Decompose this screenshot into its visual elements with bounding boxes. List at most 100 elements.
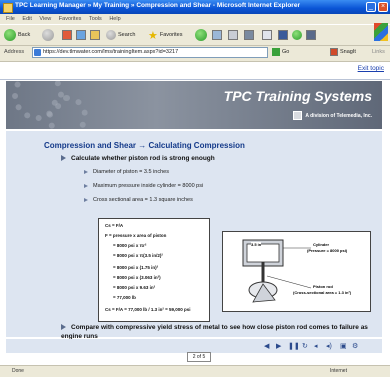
status-bar: Done Internet bbox=[0, 365, 390, 377]
go-arrow-icon bbox=[272, 47, 280, 56]
page-content: Exit topic TPC Training Systems A divisi… bbox=[0, 62, 390, 365]
back-button[interactable]: Back bbox=[4, 28, 30, 42]
go-button[interactable]: Go bbox=[272, 47, 294, 58]
page-icon bbox=[34, 49, 41, 56]
window-title: TPC Learning Manager » My Training » Com… bbox=[15, 2, 300, 9]
media-button[interactable] bbox=[195, 28, 209, 42]
sub-bullet: Diameter of piston = 3.5 inches bbox=[84, 169, 169, 175]
brand-title: TPC Training Systems bbox=[223, 88, 372, 104]
close-button[interactable]: × bbox=[378, 2, 388, 12]
security-zone: Internet bbox=[330, 368, 347, 374]
menu-tools[interactable]: Tools bbox=[89, 16, 102, 22]
menu-bar: File Edit View Favorites Tools Help bbox=[0, 14, 390, 24]
search-button[interactable]: Search bbox=[106, 28, 135, 42]
favorites-button[interactable]: ★ Favorites bbox=[148, 28, 183, 42]
browser-window: TPC Learning Manager » My Training » Com… bbox=[0, 0, 390, 377]
next-slide-icon[interactable]: ▶ bbox=[276, 342, 281, 350]
bullet-arrow-icon bbox=[84, 169, 88, 174]
settings-icon[interactable]: ⚙ bbox=[352, 342, 358, 350]
research-button[interactable] bbox=[306, 28, 316, 42]
discuss-button[interactable] bbox=[278, 28, 288, 42]
messenger-icon bbox=[292, 30, 302, 40]
windows-flag-icon bbox=[374, 23, 388, 41]
search-icon bbox=[106, 30, 116, 40]
forward-button[interactable] bbox=[42, 28, 56, 42]
address-label: Address bbox=[4, 49, 25, 55]
home-icon bbox=[90, 30, 100, 40]
calc-line: F = pressure x area of piston bbox=[105, 233, 167, 238]
menu-edit[interactable]: Edit bbox=[22, 16, 31, 22]
bullet-arrow-icon bbox=[61, 324, 66, 331]
pause-icon[interactable]: ❚❚ bbox=[288, 342, 300, 350]
calc-line: = 8000 psi x (3.063 in²) bbox=[113, 275, 161, 280]
history-icon bbox=[212, 30, 222, 40]
piston-diagram: 3.5 in Cylinder (Pressure = 8000 psi) Pi… bbox=[222, 231, 371, 312]
calc-line: = 8000 psi x (1.75 in)² bbox=[113, 265, 159, 270]
windows-logo bbox=[374, 23, 388, 41]
stop-icon bbox=[62, 30, 72, 40]
status-text: Done bbox=[12, 368, 24, 374]
discuss-icon bbox=[278, 30, 288, 40]
main-bullet: Calculate whether piston rod is strong e… bbox=[61, 155, 215, 162]
calculation-box: Cs = F/A F = pressure x area of piston =… bbox=[98, 218, 210, 322]
stop-button[interactable] bbox=[62, 28, 72, 42]
media-icon bbox=[195, 29, 207, 41]
calc-line: = 8000 psi x πr² bbox=[113, 243, 147, 248]
minimize-button[interactable]: _ bbox=[366, 2, 376, 12]
forward-arrow-icon bbox=[42, 29, 54, 41]
calc-line: = 77,000 lb bbox=[113, 295, 136, 300]
star-icon: ★ bbox=[148, 29, 158, 42]
address-bar: Address https://dev.tlmwater.com/lms/tra… bbox=[0, 45, 390, 62]
history-button[interactable] bbox=[212, 28, 222, 42]
volume-up-icon[interactable]: ◂) bbox=[326, 342, 332, 350]
top-link-bar: Exit topic bbox=[0, 62, 390, 80]
address-input[interactable]: https://dev.tlmwater.com/lms/trainingIte… bbox=[32, 47, 268, 58]
brand-subtitle: A division of Telemedia, Inc. bbox=[293, 111, 372, 120]
ie-icon bbox=[3, 3, 13, 13]
calc-line: = 8000 psi x 9.63 in² bbox=[113, 285, 156, 290]
rod-label: Piston rod bbox=[313, 284, 333, 289]
research-icon bbox=[306, 30, 316, 40]
rod-area-label: (Cross-sectional area = 1.3 in²) bbox=[293, 290, 352, 295]
edit-button[interactable] bbox=[262, 28, 272, 42]
messenger-button[interactable] bbox=[292, 28, 304, 42]
print-button[interactable] bbox=[244, 28, 254, 42]
piston-illustration bbox=[242, 239, 312, 303]
replay-icon[interactable]: ↻ bbox=[302, 342, 308, 350]
bullet-arrow-icon bbox=[61, 155, 66, 162]
exit-topic-link[interactable]: Exit topic bbox=[358, 65, 384, 72]
edit-icon bbox=[262, 30, 272, 40]
snagit-button[interactable]: SnagIt bbox=[330, 47, 356, 58]
page-indicator: 2 of 5 bbox=[187, 352, 211, 362]
toolbar: Back Search ★ Favorites bbox=[0, 23, 390, 46]
calc-line: = 8000 psi x π(3.5 in/2)² bbox=[113, 253, 163, 258]
menu-help[interactable]: Help bbox=[109, 16, 120, 22]
slide-panel: Compression and Shear → Calculating Comp… bbox=[6, 131, 382, 340]
bullet-arrow-icon bbox=[84, 183, 88, 188]
tpc-banner: TPC Training Systems A division of Telem… bbox=[6, 81, 382, 129]
sub-bullet: Maximum pressure inside cylinder = 8000 … bbox=[84, 183, 203, 189]
menu-favorites[interactable]: Favorites bbox=[59, 16, 82, 22]
refresh-icon bbox=[76, 30, 86, 40]
menu-view[interactable]: View bbox=[39, 16, 51, 22]
home-button[interactable] bbox=[90, 28, 100, 42]
calc-line: Cs = F/A = 77,000 lb / 1.3 in² = 59,000 … bbox=[105, 307, 191, 312]
mail-icon bbox=[228, 30, 238, 40]
links-button[interactable]: Links bbox=[372, 47, 385, 58]
mail-button[interactable] bbox=[228, 28, 238, 42]
menu-file[interactable]: File bbox=[6, 16, 15, 22]
volume-down-icon[interactable]: ◂ bbox=[314, 342, 318, 350]
cylinder-label: Cylinder bbox=[313, 242, 330, 247]
snagit-icon bbox=[330, 47, 338, 56]
cylinder-pressure-label: (Pressure = 8000 psi) bbox=[307, 248, 348, 253]
telemedia-logo-icon bbox=[293, 111, 303, 120]
sub-bullet: Cross sectional area = 1.3 square inches bbox=[84, 197, 193, 203]
dimension-label: 3.5 in bbox=[251, 242, 262, 247]
prev-slide-icon[interactable]: ◀ bbox=[264, 342, 269, 350]
print-icon bbox=[244, 30, 254, 40]
captions-icon[interactable]: ▣ bbox=[340, 342, 347, 350]
calc-line: Cs = F/A bbox=[105, 223, 124, 228]
gear-graphic bbox=[46, 95, 88, 129]
back-arrow-icon bbox=[4, 29, 16, 41]
refresh-button[interactable] bbox=[76, 28, 86, 42]
